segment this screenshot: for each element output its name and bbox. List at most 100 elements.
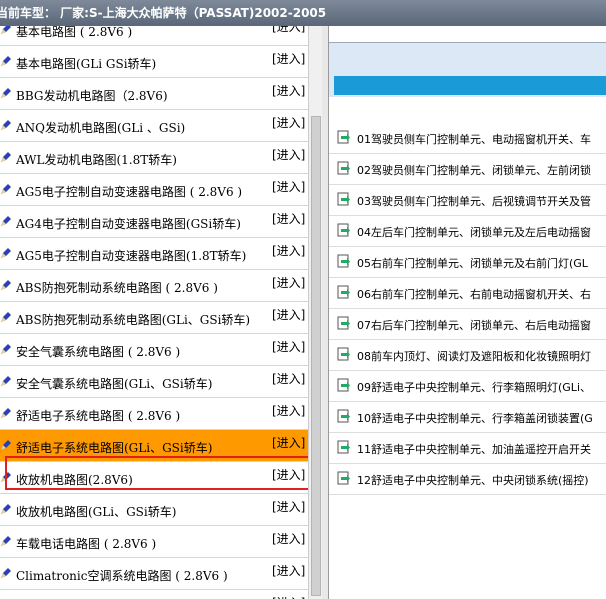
pencil-icon <box>1 184 11 194</box>
diagram-list-item[interactable]: 安全气囊系统电路图(GLi、GSi轿车) [进入] <box>0 366 308 398</box>
diagram-list-item[interactable]: 空调系统电路图(GLi、GSi轿车)[进入] <box>0 590 308 599</box>
document-arrow-icon <box>337 254 350 268</box>
diagram-item-label: 基本电路图 ( 2.8V6 ) <box>16 26 133 39</box>
detail-list-item[interactable]: 12舒适电子中央控制单元、中央闭锁系统(摇控) <box>329 463 606 495</box>
detail-list-item[interactable]: 07右后车门控制单元、闭锁单元、右后电动摇窗 <box>329 308 606 340</box>
document-arrow-icon <box>337 347 350 361</box>
selection-highlight-box <box>5 456 313 490</box>
detail-item-label: 10舒适电子中央控制单元、行李箱盖闭锁装置(G <box>357 412 593 425</box>
pencil-icon <box>1 376 11 386</box>
document-arrow-icon <box>337 440 350 454</box>
diagram-list-item[interactable]: 收放机电路图(GLi、GSi轿车) [进入] <box>0 494 308 526</box>
enter-link[interactable]: [进入] <box>272 82 305 99</box>
pencil-icon <box>1 312 11 322</box>
pencil-icon <box>1 120 11 130</box>
document-arrow-icon <box>337 409 350 423</box>
enter-link[interactable]: [进入] <box>272 146 305 163</box>
diagram-list-item[interactable]: 安全气囊系统电路图 ( 2.8V6 ) [进入] <box>0 334 308 366</box>
scrollbar-thumb[interactable] <box>311 116 321 596</box>
enter-link[interactable]: [进入] <box>272 242 305 259</box>
detail-item-label: 01驾驶员侧车门控制单元、电动摇窗机开关、车 <box>357 133 591 146</box>
document-arrow-icon <box>337 471 350 485</box>
enter-link[interactable]: [进入] <box>272 498 305 515</box>
pencil-icon <box>1 88 11 98</box>
diagram-item-label: ABS防抱死制动系统电路图 ( 2.8V6 ) <box>16 281 218 295</box>
enter-link[interactable]: [进入] <box>272 306 305 323</box>
diagram-item-label: 基本电路图(GLi GSi轿车) <box>16 57 157 71</box>
diagram-list-item[interactable]: ANQ发动机电路图(GLi 、GSi) [进入] <box>0 110 308 142</box>
diagram-list-item[interactable]: ABS防抱死制动系统电路图 ( 2.8V6 ) [进入] <box>0 270 308 302</box>
diagram-item-label: AWL发动机电路图(1.8T轿车) <box>16 153 177 167</box>
detail-item-label: 05右前车门控制单元、闭锁单元及右前门灯(GL <box>357 257 588 270</box>
window-title: 当前车型： 厂家:S-上海大众帕萨特（PASSAT)2002-2005 <box>0 6 327 20</box>
detail-item-label: 02驾驶员侧车门控制单元、闭锁单元、左前闭锁 <box>357 164 591 177</box>
diagram-item-label: 安全气囊系统电路图(GLi、GSi轿车) <box>16 377 213 391</box>
diagram-list-item[interactable]: ABS防抱死制动系统电路图(GLi、GSi轿车) [进入] <box>0 302 308 334</box>
enter-link[interactable]: [进入] <box>272 210 305 227</box>
enter-link[interactable]: [进入] <box>272 50 305 67</box>
pencil-icon <box>1 248 11 258</box>
detail-list-item[interactable]: 04左后车门控制单元、闭锁单元及左后电动摇窗 <box>329 215 606 247</box>
pencil-icon <box>1 504 11 514</box>
title-bar: 当前车型： 厂家:S-上海大众帕萨特（PASSAT)2002-2005 <box>0 0 606 26</box>
detail-list-item[interactable]: 05右前车门控制单元、闭锁单元及右前门灯(GL <box>329 246 606 278</box>
detail-list-item[interactable]: 06右前车门控制单元、右前电动摇窗机开关、右 <box>329 277 606 309</box>
diagram-list-item[interactable]: AG5电子控制自动变速器电路图 ( 2.8V6 ) [进入] <box>0 174 308 206</box>
detail-list-item[interactable]: 11舒适电子中央控制单元、加油盖遥控开启开关 <box>329 432 606 464</box>
diagram-list-item[interactable]: AWL发动机电路图(1.8T轿车) [进入] <box>0 142 308 174</box>
detail-list-item[interactable]: 09舒适电子中央控制单元、行李箱照明灯(GLi、 <box>329 370 606 402</box>
detail-list-item[interactable]: 10舒适电子中央控制单元、行李箱盖闭锁装置(G <box>329 401 606 433</box>
diagram-item-label: 安全气囊系统电路图 ( 2.8V6 ) <box>16 345 181 359</box>
detail-item-label: 06右前车门控制单元、右前电动摇窗机开关、右 <box>357 288 591 301</box>
detail-item-label: 09舒适电子中央控制单元、行李箱照明灯(GLi、 <box>357 381 591 394</box>
document-arrow-icon <box>337 161 350 175</box>
enter-link[interactable]: [进入] <box>272 114 305 131</box>
document-arrow-icon <box>337 223 350 237</box>
pencil-icon <box>1 152 11 162</box>
pencil-icon <box>1 26 11 34</box>
pencil-icon <box>1 344 11 354</box>
document-arrow-icon <box>337 192 350 206</box>
document-arrow-icon <box>337 285 350 299</box>
pencil-icon <box>1 536 11 546</box>
diagram-list-item[interactable]: AG5电子控制自动变速器电路图(1.8T轿车) [进入] <box>0 238 308 270</box>
enter-link[interactable]: [进入] <box>272 402 305 419</box>
diagram-item-label: 舒适电子系统电路图(GLi、GSi轿车) <box>16 441 213 455</box>
detail-list-item[interactable]: 02驾驶员侧车门控制单元、闭锁单元、左前闭锁 <box>329 153 606 185</box>
diagram-item-label: AG4电子控制自动变速器电路图(GSi轿车) <box>16 217 241 231</box>
enter-link[interactable]: [进入] <box>272 370 305 387</box>
detail-list-item[interactable]: 01驾驶员侧车门控制单元、电动摇窗机开关、车 <box>329 122 606 154</box>
enter-link[interactable]: [进入] <box>272 594 305 599</box>
enter-link[interactable]: [进入] <box>272 178 305 195</box>
pane-splitter[interactable] <box>322 26 329 599</box>
diagram-item-label: AG5电子控制自动变速器电路图(1.8T轿车) <box>16 249 247 263</box>
diagram-list-item[interactable]: 基本电路图 ( 2.8V6 ) [进入] <box>0 26 308 46</box>
diagram-list-item[interactable]: 车载电话电路图 ( 2.8V6 ) [进入] <box>0 526 308 558</box>
pencil-icon <box>1 280 11 290</box>
diagram-item-label: 舒适电子系统电路图 ( 2.8V6 ) <box>16 409 181 423</box>
diagram-list-item[interactable]: BBG发动机电路图（2.8V6) [进入] <box>0 78 308 110</box>
enter-link[interactable]: [进入] <box>272 434 305 451</box>
diagram-list-item[interactable]: AG4电子控制自动变速器电路图(GSi轿车) [进入] <box>0 206 308 238</box>
detail-list-item[interactable]: 03驾驶员侧车门控制单元、后视镜调节开关及管 <box>329 184 606 216</box>
enter-link[interactable]: [进入] <box>272 26 305 35</box>
enter-link[interactable]: [进入] <box>272 338 305 355</box>
document-arrow-icon <box>337 316 350 330</box>
diagram-list: 基本电路图 ( 2.8V6 ) [进入] 基本电路图(GLi GSi轿车) [进入] B… <box>0 26 308 599</box>
left-scrollbar[interactable] <box>308 26 323 599</box>
detail-item-label: 11舒适电子中央控制单元、加油盖遥控开启开关 <box>357 443 591 456</box>
enter-link[interactable]: [进入] <box>272 530 305 547</box>
detail-list-item[interactable]: 08前车内顶灯、阅读灯及遮阳板和化妆镜照明灯 <box>329 339 606 371</box>
diagram-list-item[interactable]: Climatronic空调系统电路图 ( 2.8V6 ) [进入] <box>0 558 308 590</box>
detail-item-label: 03驾驶员侧车门控制单元、后视镜调节开关及管 <box>357 195 591 208</box>
enter-link[interactable]: [进入] <box>272 274 305 291</box>
diagram-item-label: BBG发动机电路图（2.8V6) <box>16 89 168 103</box>
enter-link[interactable]: [进入] <box>272 562 305 579</box>
diagram-item-label: AG5电子控制自动变速器电路图 ( 2.8V6 ) <box>16 185 243 199</box>
diagram-list-item[interactable]: 基本电路图(GLi GSi轿车) [进入] <box>0 46 308 78</box>
diagram-item-label: ABS防抱死制动系统电路图(GLi、GSi轿车) <box>16 313 251 327</box>
detail-item-label: 04左后车门控制单元、闭锁单元及左后电动摇窗 <box>357 226 591 239</box>
pencil-icon <box>1 408 11 418</box>
diagram-list-item[interactable]: 舒适电子系统电路图 ( 2.8V6 ) [进入] <box>0 398 308 430</box>
diagram-list-pane: 基本电路图 ( 2.8V6 ) [进入] 基本电路图(GLi GSi轿车) [进入] B… <box>0 26 323 599</box>
